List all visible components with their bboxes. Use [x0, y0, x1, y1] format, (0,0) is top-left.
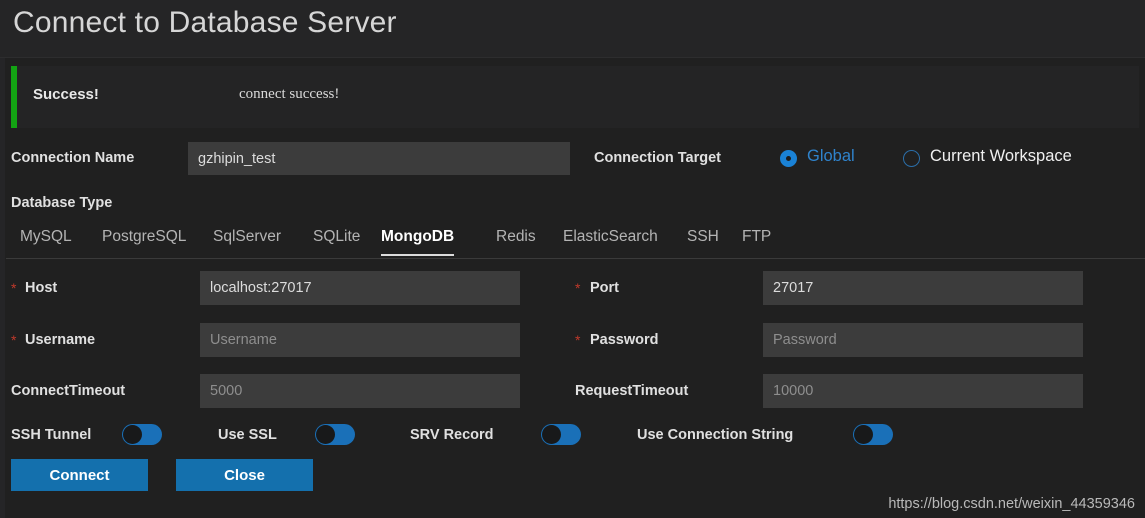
port-label: Port: [590, 280, 619, 296]
connection-name-input[interactable]: [188, 142, 570, 175]
tab-ssh[interactable]: SSH: [687, 220, 719, 254]
tab-sqlite[interactable]: SQLite: [313, 220, 360, 254]
tab-redis[interactable]: Redis: [496, 220, 536, 254]
tabs-divider: [6, 258, 1145, 259]
tab-mongodb[interactable]: MongoDB: [381, 220, 455, 256]
radio-current-workspace-label[interactable]: Current Workspace: [930, 147, 1072, 166]
dialog-header: Connect to Database Server: [0, 0, 1145, 58]
srv-record-toggle[interactable]: [541, 424, 581, 445]
tab-postgresql[interactable]: PostgreSQL: [102, 220, 186, 254]
connection-target-label: Connection Target: [594, 150, 722, 166]
database-type-label: Database Type: [11, 195, 113, 211]
srv-record-label: SRV Record: [410, 427, 494, 443]
tab-sqlserver[interactable]: SqlServer: [213, 220, 281, 254]
connection-name-label: Connection Name: [11, 150, 135, 166]
srv-record-toggle-knob: [542, 425, 561, 444]
request-timeout-input[interactable]: [763, 374, 1083, 408]
close-button[interactable]: Close: [176, 459, 313, 491]
host-required-mark: *: [11, 280, 17, 296]
request-timeout-label: RequestTimeout: [575, 383, 689, 399]
use-ssl-label: Use SSL: [218, 427, 277, 443]
username-required-mark: *: [11, 332, 17, 348]
username-input[interactable]: [200, 323, 520, 357]
banner-status-label: Success!: [33, 86, 99, 103]
use-connection-string-toggle-knob: [854, 425, 873, 444]
watermark-text: https://blog.csdn.net/weixin_44359346: [888, 496, 1135, 512]
tab-elasticsearch[interactable]: ElasticSearch: [563, 220, 658, 254]
port-required-mark: *: [575, 280, 581, 296]
database-type-tabs: MySQL PostgreSQL SqlServer SQLite MongoD…: [0, 220, 1145, 258]
success-banner: Success! connect success!: [11, 66, 1139, 128]
host-input[interactable]: [200, 271, 520, 305]
radio-global-label[interactable]: Global: [807, 147, 855, 166]
use-connection-string-toggle[interactable]: [853, 424, 893, 445]
port-input[interactable]: [763, 271, 1083, 305]
banner-accent-bar: [11, 66, 17, 128]
username-label: Username: [25, 332, 96, 348]
password-input[interactable]: [763, 323, 1083, 357]
use-ssl-toggle-knob: [316, 425, 335, 444]
connect-database-dialog: Connect to Database Server Success! conn…: [0, 0, 1145, 518]
radio-global[interactable]: [780, 150, 797, 167]
ssh-tunnel-toggle-knob: [123, 425, 142, 444]
use-connection-string-label: Use Connection String: [637, 427, 794, 443]
ssh-tunnel-label: SSH Tunnel: [11, 427, 92, 443]
radio-current-workspace[interactable]: [903, 150, 920, 167]
password-label: Password: [590, 332, 659, 348]
use-ssl-toggle[interactable]: [315, 424, 355, 445]
page-title: Connect to Database Server: [13, 6, 397, 39]
connect-button[interactable]: Connect: [11, 459, 148, 491]
tab-mysql[interactable]: MySQL: [20, 220, 72, 254]
ssh-tunnel-toggle[interactable]: [122, 424, 162, 445]
connect-timeout-label: ConnectTimeout: [11, 383, 126, 399]
tab-ftp[interactable]: FTP: [742, 220, 771, 254]
dialog-left-rail: [0, 10, 5, 518]
password-required-mark: *: [575, 332, 581, 348]
host-label: Host: [25, 280, 58, 296]
banner-message: connect success!: [239, 86, 340, 102]
connect-timeout-input[interactable]: [200, 374, 520, 408]
